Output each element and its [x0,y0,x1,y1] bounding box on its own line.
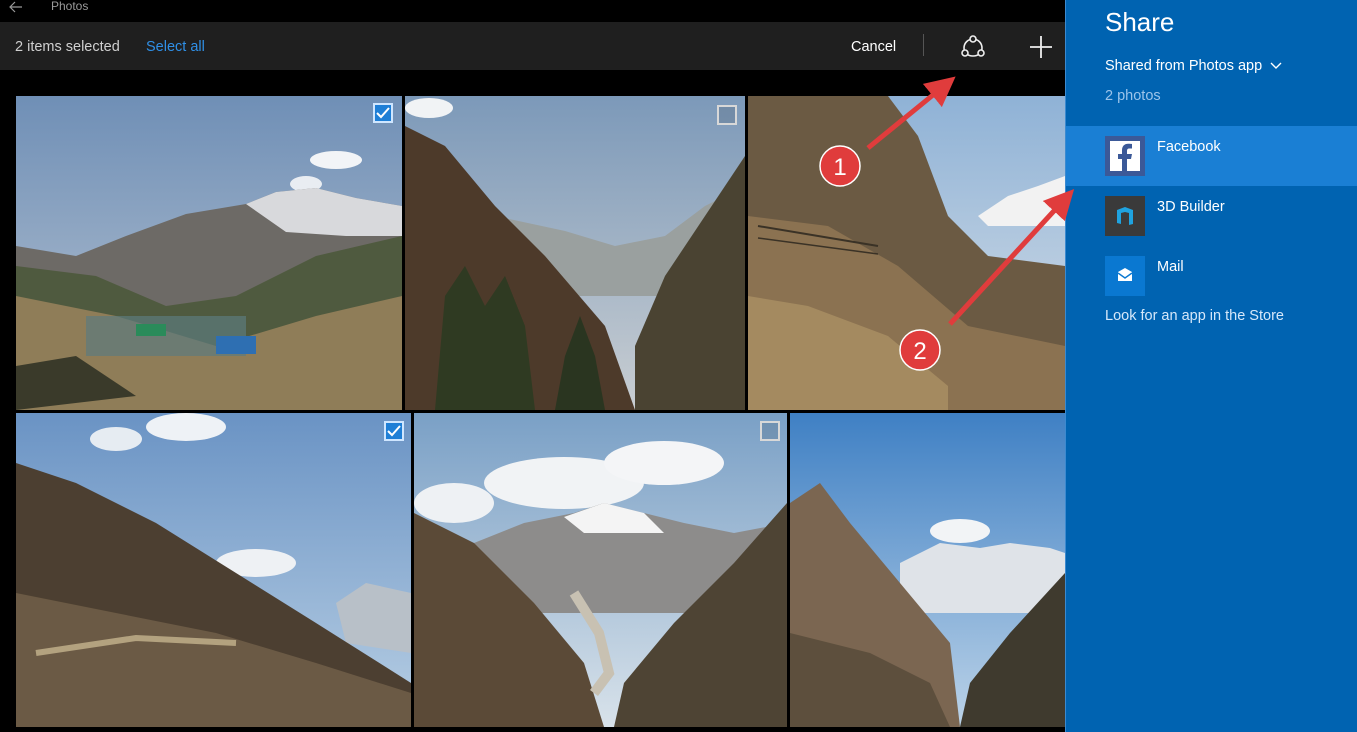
back-arrow-icon[interactable] [8,0,24,14]
checkmark-icon [387,425,401,437]
share-target-mail[interactable]: Mail [1066,246,1357,306]
photo-forest-valley [405,96,745,410]
share-source-label: Shared from Photos app [1105,58,1263,74]
app-title: Photos [51,0,89,13]
store-link[interactable]: Look for an app in the Store [1105,308,1284,324]
photo-tile[interactable] [748,96,1065,410]
selection-checkbox[interactable] [760,421,780,441]
selection-count: 2 items selected [15,39,120,55]
share-source-dropdown[interactable]: Shared from Photos app [1105,58,1282,74]
share-target-label: 3D Builder [1157,199,1225,215]
photo-tile[interactable] [16,413,411,727]
selection-checkbox[interactable] [373,103,393,123]
chevron-down-icon [1270,62,1282,69]
photo-village-valley [16,96,402,410]
share-target-facebook[interactable]: Facebook [1066,126,1357,186]
photos-app-window: Photos 2 items selected Select all Cance… [0,0,1065,732]
title-bar: Photos [0,0,1065,22]
photo-trail-slope [16,413,411,727]
share-item-count: 2 photos [1105,88,1161,104]
cancel-button[interactable]: Cancel [851,39,896,55]
photo-tile[interactable] [405,96,745,410]
facebook-icon [1105,136,1145,176]
share-pane: Share Shared from Photos app 2 photos Fa… [1065,0,1357,732]
3d-builder-icon [1105,196,1145,236]
photo-tile[interactable] [790,413,1065,727]
share-target-label: Facebook [1157,139,1221,155]
share-icon[interactable] [958,33,988,61]
selection-toolbar: 2 items selected Select all Cancel [0,22,1065,70]
share-pane-title: Share [1105,7,1175,37]
share-target-3d-builder[interactable]: 3D Builder [1066,186,1357,246]
toolbar-divider [923,34,924,56]
photo-peak-valley [790,413,1065,727]
share-target-label: Mail [1157,259,1184,275]
photo-cliff-bridge [748,96,1065,410]
plus-icon[interactable] [1028,34,1054,60]
selection-checkbox[interactable] [384,421,404,441]
photo-tile[interactable] [16,96,402,410]
checkmark-icon [376,107,390,119]
photo-snowy-peaks-gorge [414,413,787,727]
select-all-link[interactable]: Select all [146,39,205,55]
photo-tile[interactable] [414,413,787,727]
photo-grid [0,70,1065,732]
selection-checkbox[interactable] [717,105,737,125]
mail-icon [1105,256,1145,296]
